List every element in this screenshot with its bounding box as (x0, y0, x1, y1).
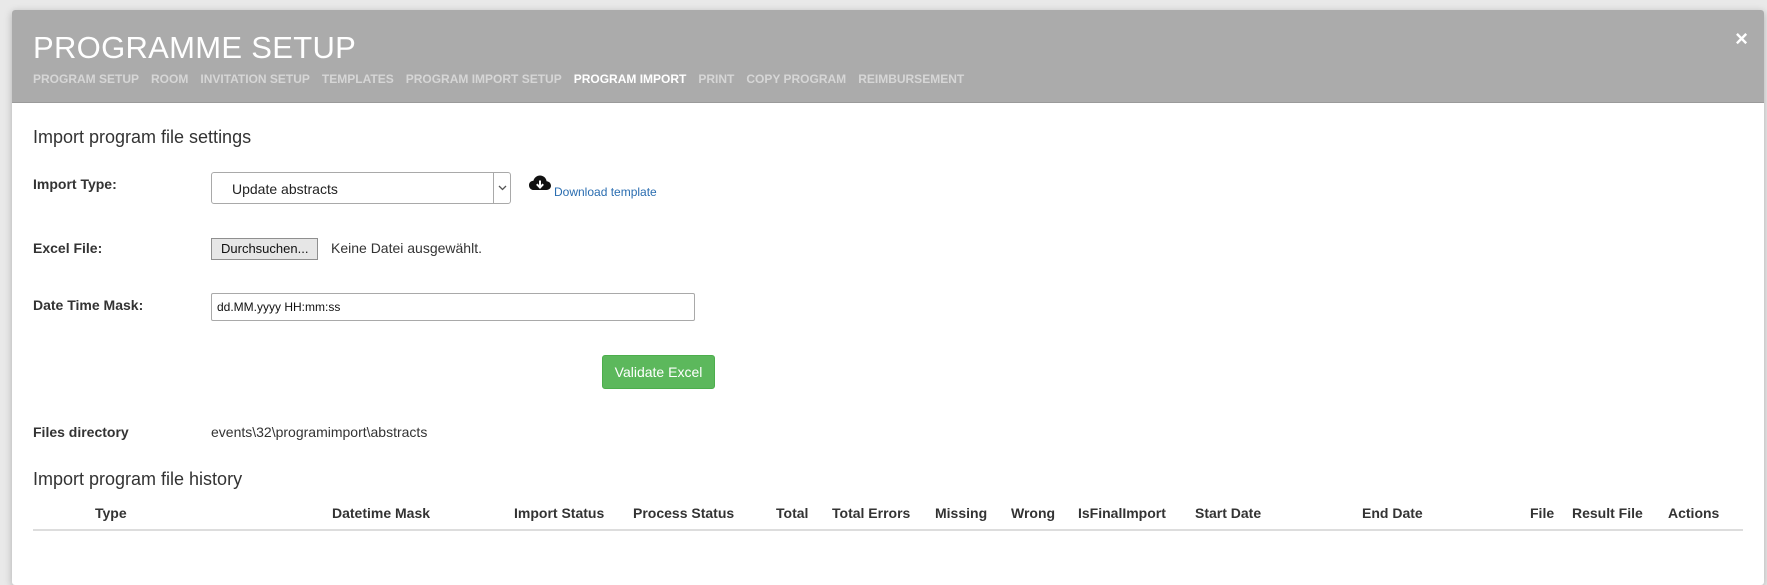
tab-print[interactable]: PRINT (698, 72, 734, 86)
tab-program-setup[interactable]: PROGRAM SETUP (33, 72, 139, 86)
column-header-result-file[interactable]: Result File (1572, 505, 1643, 521)
history-section-title: Import program file history (33, 469, 243, 489)
date-mask-label: Date Time Mask: (33, 297, 144, 313)
programme-setup-modal: PROGRAMME SETUP × PROGRAM SETUP ROOM INV… (12, 10, 1764, 585)
download-template-link[interactable]: Download template (528, 174, 657, 199)
excel-file-label: Excel File: (33, 240, 103, 256)
column-header-total-errors[interactable]: Total Errors (832, 505, 910, 521)
column-header-process-status[interactable]: Process Status (633, 505, 734, 521)
tab-room[interactable]: ROOM (151, 72, 188, 86)
tab-program-import[interactable]: PROGRAM IMPORT (574, 72, 687, 86)
modal-title: PROGRAMME SETUP (33, 30, 357, 65)
tab-templates[interactable]: TEMPLATES (322, 72, 394, 86)
column-header-import-status[interactable]: Import Status (514, 505, 604, 521)
import-type-select[interactable]: Update abstracts (211, 172, 511, 204)
file-status-text: Keine Datei ausgewählt. (331, 240, 482, 256)
column-header-total[interactable]: Total (776, 505, 808, 521)
cloud-download-icon (528, 174, 552, 199)
tab-bar: PROGRAM SETUP ROOM INVITATION SETUP TEMP… (33, 72, 976, 86)
tab-copy-program[interactable]: COPY PROGRAM (746, 72, 846, 86)
column-header-actions[interactable]: Actions (1668, 505, 1719, 521)
download-template-label[interactable]: Download template (554, 185, 657, 199)
files-directory-value: events\32\programimport\abstracts (211, 424, 428, 440)
column-header-start-date[interactable]: Start Date (1195, 505, 1261, 521)
column-header-file[interactable]: File (1530, 505, 1554, 521)
history-table-header: Type Datetime Mask Import Status Process… (33, 495, 1743, 531)
tab-program-import-setup[interactable]: PROGRAM IMPORT SETUP (406, 72, 562, 86)
chevron-down-icon (493, 173, 510, 203)
tab-reimbursement[interactable]: REIMBURSEMENT (858, 72, 964, 86)
column-header-type[interactable]: Type (95, 505, 127, 521)
tab-invitation-setup[interactable]: INVITATION SETUP (200, 72, 310, 86)
column-header-missing[interactable]: Missing (935, 505, 987, 521)
settings-section-title: Import program file settings (33, 127, 252, 147)
close-icon[interactable]: × (1735, 28, 1748, 50)
validate-excel-button[interactable]: Validate Excel (602, 355, 715, 389)
files-directory-label: Files directory (33, 424, 129, 440)
column-header-datetime-mask[interactable]: Datetime Mask (332, 505, 430, 521)
date-mask-input[interactable] (211, 293, 695, 321)
modal-header: PROGRAMME SETUP × PROGRAM SETUP ROOM INV… (12, 10, 1764, 103)
column-header-end-date[interactable]: End Date (1362, 505, 1423, 521)
import-type-value: Update abstracts (232, 181, 338, 197)
column-header-wrong[interactable]: Wrong (1011, 505, 1055, 521)
import-type-label: Import Type: (33, 176, 117, 192)
column-header-isfinalimport[interactable]: IsFinalImport (1078, 505, 1166, 521)
browse-file-button[interactable]: Durchsuchen... (211, 238, 319, 260)
